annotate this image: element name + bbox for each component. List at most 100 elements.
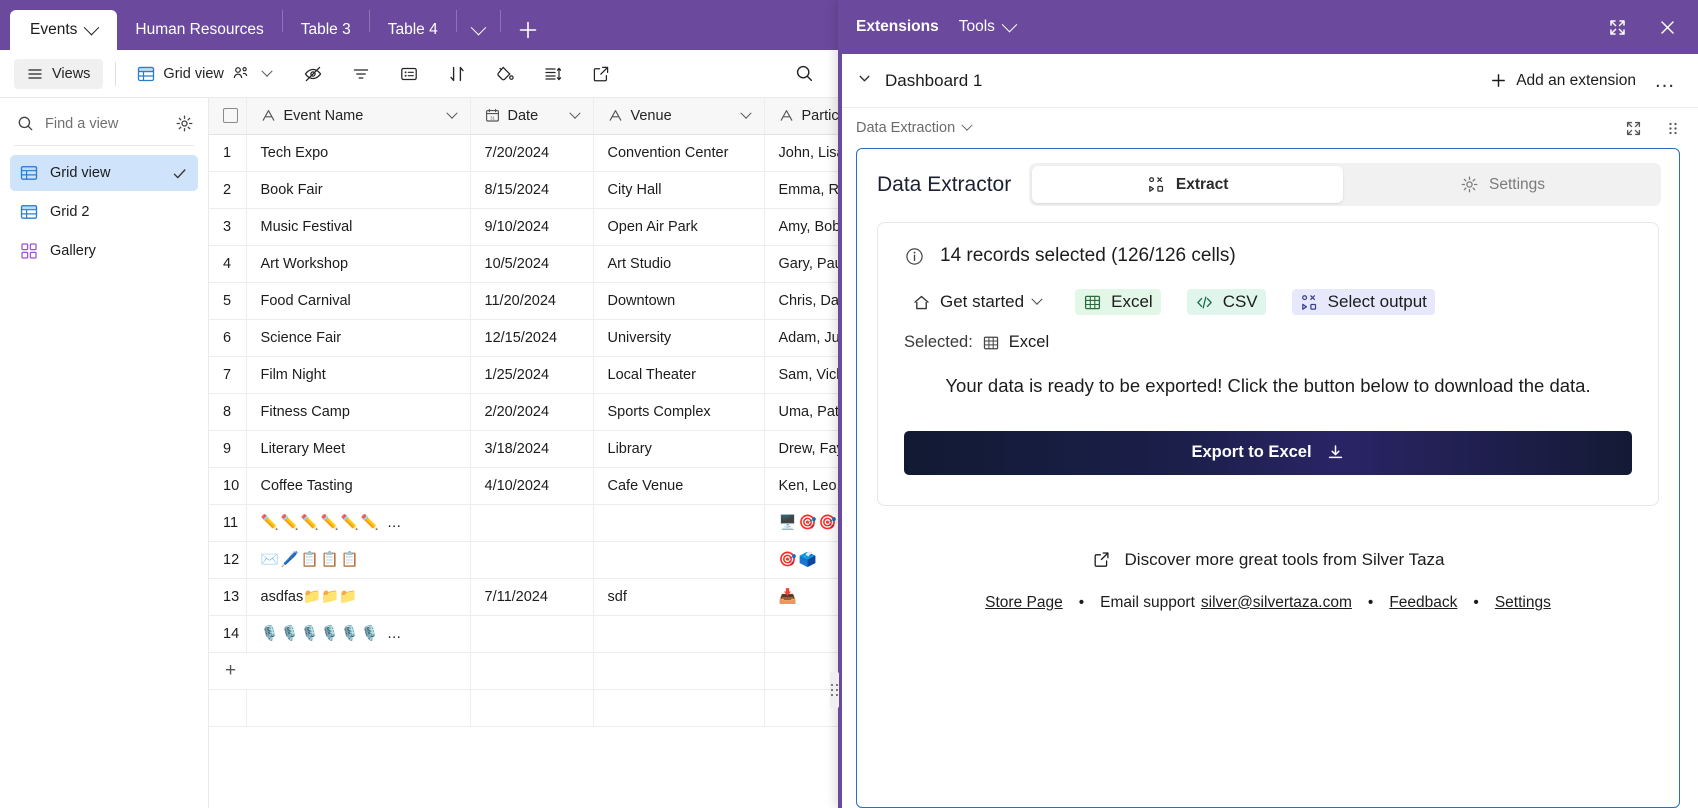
chevron-down-icon[interactable] xyxy=(568,107,581,119)
sidebar-item-gallery[interactable]: Gallery xyxy=(10,233,198,269)
cell-venue[interactable]: Open Air Park xyxy=(593,208,765,246)
cell-event-name[interactable]: ✉️🖊️📋📋📋 xyxy=(246,541,471,579)
cell-participants[interactable]: 📥 xyxy=(764,578,838,616)
cell-date[interactable]: 10/5/2024 xyxy=(470,245,594,283)
format-option-csv[interactable]: CSV xyxy=(1186,289,1266,315)
more-tabs-button[interactable] xyxy=(457,10,500,50)
table-row[interactable]: 13 asdfas📁📁📁 7/11/2024 sdf 📥 xyxy=(209,578,838,616)
cell-date[interactable]: 3/18/2024 xyxy=(470,430,594,468)
cell-venue[interactable]: Cafe Venue xyxy=(593,467,765,505)
cell-venue[interactable]: sdf xyxy=(593,578,765,616)
grid-view-selector[interactable]: Grid view xyxy=(128,59,279,89)
cell-event-name[interactable]: Science Fair xyxy=(246,319,471,357)
cell-date[interactable] xyxy=(470,541,594,579)
cell-event-name[interactable]: Music Festival xyxy=(246,208,471,246)
cell-venue[interactable]: Local Theater xyxy=(593,356,765,394)
cell-participants[interactable]: Adam, Julia, xyxy=(764,319,838,357)
cell-event-name[interactable]: Coffee Tasting xyxy=(246,467,471,505)
cell-date[interactable] xyxy=(470,504,594,542)
close-panel-button[interactable] xyxy=(1652,12,1682,42)
sidebar-item-grid-view[interactable]: Grid view xyxy=(10,155,198,191)
cell-date[interactable] xyxy=(470,615,594,653)
get-started-menu[interactable]: Get started xyxy=(904,289,1049,315)
find-a-view-row[interactable]: Find a view xyxy=(10,106,198,143)
select-all-header[interactable] xyxy=(209,98,247,135)
column-header-venue[interactable]: Venue xyxy=(593,98,765,135)
cell-date[interactable]: 9/10/2024 xyxy=(470,208,594,246)
cell-event-name[interactable]: Book Fair xyxy=(246,171,471,209)
add-record-cell[interactable]: + xyxy=(209,652,471,690)
views-button[interactable]: Views xyxy=(14,58,104,89)
cell-venue[interactable] xyxy=(593,541,765,579)
cell-participants[interactable]: John, Lisa, M xyxy=(764,134,838,172)
cell-venue[interactable]: Downtown xyxy=(593,282,765,320)
cell-participants[interactable]: Emma, Ron, xyxy=(764,171,838,209)
cell-date[interactable]: 7/20/2024 xyxy=(470,134,594,172)
table-row[interactable]: 9Literary Meet3/18/2024LibraryDrew, Faye… xyxy=(209,430,838,468)
cell-date[interactable]: 11/20/2024 xyxy=(470,282,594,320)
sort-button[interactable] xyxy=(438,58,476,90)
tools-menu[interactable]: Tools xyxy=(959,16,1018,36)
cell-date[interactable]: 2/20/2024 xyxy=(470,393,594,431)
cell-participants[interactable]: Uma, Pat, Lo xyxy=(764,393,838,431)
extension-group-selector[interactable]: Data Extraction xyxy=(856,119,973,136)
discover-tools-link[interactable]: Discover more great tools from Silver Ta… xyxy=(857,550,1679,570)
table-row[interactable]: 11✏️✏️✏️✏️✏️✏️ … 🖥️🎯🎯🎯 xyxy=(209,504,838,542)
chevron-down-icon[interactable] xyxy=(261,65,273,77)
cell-venue[interactable]: City Hall xyxy=(593,171,765,209)
expand-panel-button[interactable] xyxy=(1602,12,1632,42)
cell-event-name[interactable]: Art Workshop xyxy=(246,245,471,283)
filter-button[interactable] xyxy=(342,58,380,90)
chevron-down-icon[interactable] xyxy=(84,19,100,35)
cell-event-name[interactable]: Literary Meet xyxy=(246,430,471,468)
chevron-down-icon[interactable] xyxy=(445,107,458,119)
column-header-participants[interactable]: Participan xyxy=(764,98,838,135)
cell-participants[interactable]: Amy, Bob, Cl xyxy=(764,208,838,246)
cell-participants[interactable]: 🎯🗳️ xyxy=(764,541,838,579)
cell-event-name[interactable]: 🎙️🎙️🎙️🎙️🎙️🎙️ … xyxy=(246,615,471,653)
cell-venue[interactable]: University xyxy=(593,319,765,357)
table-row[interactable]: 1 Tech Expo 7/20/2024 Convention Center John… xyxy=(209,134,838,172)
cell-date[interactable]: 7/11/2024 xyxy=(470,578,594,616)
cell-venue[interactable] xyxy=(593,615,765,653)
cell-participants[interactable]: 🖥️🎯🎯🎯 xyxy=(764,504,838,542)
cell-venue[interactable]: Convention Center xyxy=(593,134,765,172)
cell-venue[interactable]: Library xyxy=(593,430,765,468)
select-all-checkbox[interactable] xyxy=(223,108,238,124)
cell-event-name[interactable]: asdfas📁📁📁 xyxy=(246,578,471,616)
tab-table-4[interactable]: Table 4 xyxy=(370,10,456,50)
cell-event-name[interactable]: ✏️✏️✏️✏️✏️✏️ … xyxy=(246,504,471,542)
share-button[interactable] xyxy=(582,58,620,90)
dashboard-name[interactable]: Dashboard 1 xyxy=(885,71,982,91)
cell-venue[interactable]: Art Studio xyxy=(593,245,765,283)
cell-participants[interactable]: Sam, Vicki, F xyxy=(764,356,838,394)
search-button[interactable] xyxy=(785,57,824,90)
column-header-event-name[interactable]: Event Name xyxy=(246,98,471,135)
column-header-date[interactable]: 31 Date xyxy=(470,98,594,135)
export-to-excel-button[interactable]: Export to Excel xyxy=(904,430,1632,475)
select-output-button[interactable]: Select output xyxy=(1291,289,1435,315)
dashboard-collapse-button[interactable] xyxy=(856,70,873,92)
support-email-link[interactable]: silver@silvertaza.com xyxy=(1201,594,1352,612)
table-row[interactable]: 7 Film Night 1/25/2024 Local Theater Sam, Vi… xyxy=(209,356,838,394)
chevron-down-icon[interactable] xyxy=(739,107,752,119)
table-row[interactable]: 5 Food Carnival 11/20/2024 Downtown Chris, D… xyxy=(209,282,838,320)
tab-table-3[interactable]: Table 3 xyxy=(283,10,369,50)
cell-date[interactable]: 1/25/2024 xyxy=(470,356,594,394)
cell-event-name[interactable]: Tech Expo xyxy=(246,134,471,172)
add-extension-button[interactable]: Add an extension xyxy=(1490,72,1636,90)
add-table-button[interactable] xyxy=(501,10,555,50)
panel-more-button[interactable]: … xyxy=(1648,69,1682,93)
table-row[interactable]: 6 Science Fair 12/15/2024 University Adam, J… xyxy=(209,319,838,357)
cell-venue[interactable] xyxy=(593,504,765,542)
cell-date[interactable]: 4/10/2024 xyxy=(470,467,594,505)
cell-participants[interactable]: Gary, Paula, xyxy=(764,245,838,283)
cell-event-name[interactable]: Film Night xyxy=(246,356,471,394)
cell-event-name[interactable]: Fitness Camp xyxy=(246,393,471,431)
cell-event-name[interactable]: Food Carnival xyxy=(246,282,471,320)
format-option-excel[interactable]: Excel xyxy=(1075,289,1161,315)
table-row[interactable]: 10 Coffee Tasting 4/10/2024 Cafe Venue Ken, … xyxy=(209,467,838,505)
cell-date[interactable]: 12/15/2024 xyxy=(470,319,594,357)
table-row[interactable]: 2Book Fair8/15/2024City HallEmma, Ron, xyxy=(209,171,838,209)
cell-participants[interactable]: Chris, Dana, xyxy=(764,282,838,320)
